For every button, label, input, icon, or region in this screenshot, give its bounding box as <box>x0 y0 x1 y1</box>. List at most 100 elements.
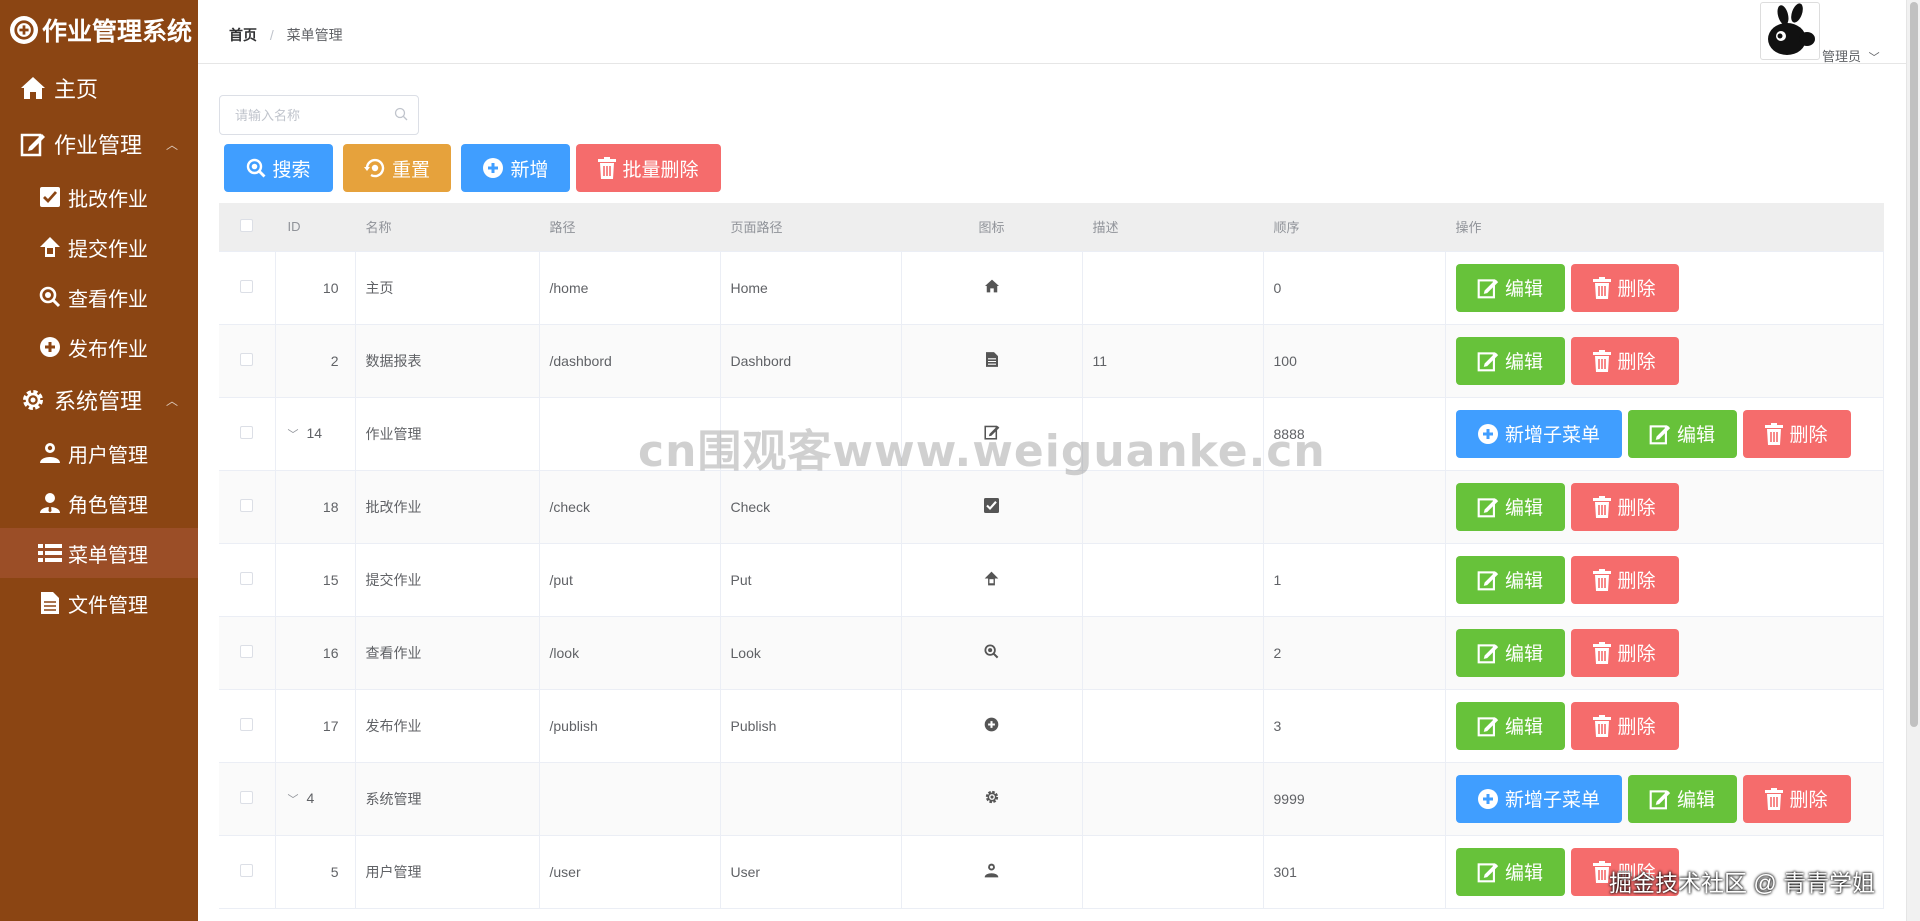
edit-button[interactable]: 编辑 <box>1455 263 1565 312</box>
breadcrumb-home[interactable]: 首页 <box>229 27 257 43</box>
id-cell: 2 <box>275 324 356 398</box>
sidebar-item-look[interactable]: 查看作业 <box>0 272 198 322</box>
cell-desc: 11 <box>1082 324 1264 398</box>
cell-page: User <box>720 835 902 909</box>
id-cell: ﹀ 4 <box>275 762 356 836</box>
check-square-icon <box>984 497 999 516</box>
delete-button[interactable]: 删除 <box>1570 482 1679 531</box>
edit-label: 编辑 <box>1504 717 1543 738</box>
batch-delete-button[interactable]: 批量删除 <box>576 144 721 192</box>
delete-button[interactable]: 删除 <box>1570 263 1679 312</box>
reset-button[interactable]: 重置 <box>343 144 451 192</box>
search-button[interactable]: 搜索 <box>224 144 333 192</box>
row-checkbox[interactable] <box>240 571 254 585</box>
cell-page: Put <box>720 543 902 617</box>
user-dropdown[interactable]: 管理员 ﹀ <box>1822 46 1880 65</box>
cell-name: 用户管理 <box>355 835 540 909</box>
edit-button[interactable]: 编辑 <box>1627 409 1737 458</box>
cell-desc <box>1082 397 1264 471</box>
app-title: 作业管理系统 <box>42 18 193 46</box>
user-name: 管理员 <box>1822 49 1862 64</box>
file-icon <box>38 592 62 614</box>
sidebar-item-homework[interactable]: 作业管理 ︿ <box>0 116 198 172</box>
search-icon <box>246 158 266 178</box>
delete-button[interactable]: 删除 <box>1570 336 1679 385</box>
publish-icon <box>984 717 999 735</box>
edit-button[interactable]: 编辑 <box>1627 774 1737 823</box>
row-checkbox[interactable] <box>240 644 254 658</box>
edit-button[interactable]: 编辑 <box>1455 555 1565 604</box>
table-row: 18 批改作业/check Check 编辑 删除 <box>219 470 1884 544</box>
search-input[interactable] <box>220 96 380 134</box>
icon-cell <box>901 470 1083 544</box>
delete-label: 删除 <box>1617 644 1656 665</box>
edit-button[interactable]: 编辑 <box>1455 482 1565 531</box>
row-checkbox[interactable] <box>240 425 254 439</box>
delete-button[interactable]: 删除 <box>1570 628 1679 677</box>
edit-button[interactable]: 编辑 <box>1455 701 1565 750</box>
sidebar-item-file[interactable]: 文件管理 <box>0 578 198 628</box>
add-child-button[interactable]: 新增子菜单 <box>1455 409 1622 458</box>
add-child-button[interactable]: 新增子菜单 <box>1455 774 1622 823</box>
cell-path: /dashbord <box>539 324 721 398</box>
avatar[interactable] <box>1760 2 1820 60</box>
cell-id: 17 <box>322 717 339 734</box>
ops-cell: 编辑 删除 <box>1445 251 1884 325</box>
row-checkbox[interactable] <box>240 498 254 512</box>
edit-button[interactable]: 编辑 <box>1455 628 1565 677</box>
sidebar-item-put[interactable]: 提交作业 <box>0 222 198 272</box>
sidebar-item-system[interactable]: 系统管理 ︿ <box>0 372 198 428</box>
edit-button[interactable]: 编辑 <box>1455 336 1565 385</box>
sidebar-item-label: 主页 <box>54 77 99 102</box>
select-all-cell <box>219 203 276 252</box>
delete-button[interactable]: 删除 <box>1742 409 1851 458</box>
row-checkbox[interactable] <box>240 790 254 804</box>
icon-cell <box>901 616 1083 690</box>
scrollbar-thumb[interactable] <box>1910 2 1918 727</box>
expand-arrow-icon[interactable]: ﹀ <box>288 426 299 442</box>
sidebar-item-check[interactable]: 批改作业 <box>0 172 198 222</box>
row-checkbox[interactable] <box>240 863 254 877</box>
cell-name: 批改作业 <box>355 470 540 544</box>
search-icon[interactable] <box>394 107 408 126</box>
batch-delete-button-label: 批量删除 <box>622 159 699 181</box>
row-checkbox[interactable] <box>240 279 254 293</box>
select-all-checkbox[interactable] <box>240 218 254 232</box>
page-scrollbar[interactable] <box>1906 0 1920 921</box>
sidebar-item-menu[interactable]: 菜单管理 <box>0 528 198 578</box>
cell-order <box>1263 470 1446 544</box>
edit-icon <box>1477 496 1499 518</box>
table-row: ﹀ 4 系统管理 9999 新增子菜单 编辑 删除 <box>219 762 1884 836</box>
edit-label: 编辑 <box>1504 498 1543 519</box>
id-cell: 10 <box>275 251 356 325</box>
add-button[interactable]: 新增 <box>461 144 570 192</box>
delete-button[interactable]: 删除 <box>1742 774 1851 823</box>
file-icon <box>985 351 998 370</box>
add-child-label: 新增子菜单 <box>1504 790 1600 811</box>
edit-icon <box>983 425 1000 443</box>
sidebar-item-publish[interactable]: 发布作业 <box>0 322 198 372</box>
col-header-path: 路径 <box>539 203 721 252</box>
id-cell: 17 <box>275 689 356 763</box>
sidebar-item-role[interactable]: 角色管理 <box>0 478 198 528</box>
col-header-name: 名称 <box>355 203 540 252</box>
edit-icon <box>1477 569 1499 591</box>
edit-button[interactable]: 编辑 <box>1455 847 1565 896</box>
col-header-page: 页面路径 <box>720 203 902 252</box>
sidebar-item-label: 查看作业 <box>68 288 148 311</box>
delete-button[interactable]: 删除 <box>1570 701 1679 750</box>
delete-label: 删除 <box>1617 352 1656 373</box>
row-checkbox[interactable] <box>240 352 254 366</box>
delete-button[interactable]: 删除 <box>1570 847 1679 896</box>
row-checkbox[interactable] <box>240 717 254 731</box>
table-row: 10 主页/home Home 0 编辑 删除 <box>219 251 1884 325</box>
sidebar-item-user[interactable]: 用户管理 <box>0 428 198 478</box>
cell-order: 100 <box>1263 324 1446 398</box>
cell-desc <box>1082 251 1264 325</box>
cell-order: 9999 <box>1263 762 1446 836</box>
sidebar-item-home[interactable]: 主页 <box>0 60 198 116</box>
delete-label: 删除 <box>1617 717 1656 738</box>
delete-button[interactable]: 删除 <box>1570 555 1679 604</box>
expand-arrow-icon[interactable]: ﹀ <box>288 791 299 807</box>
cell-page: Check <box>720 470 902 544</box>
